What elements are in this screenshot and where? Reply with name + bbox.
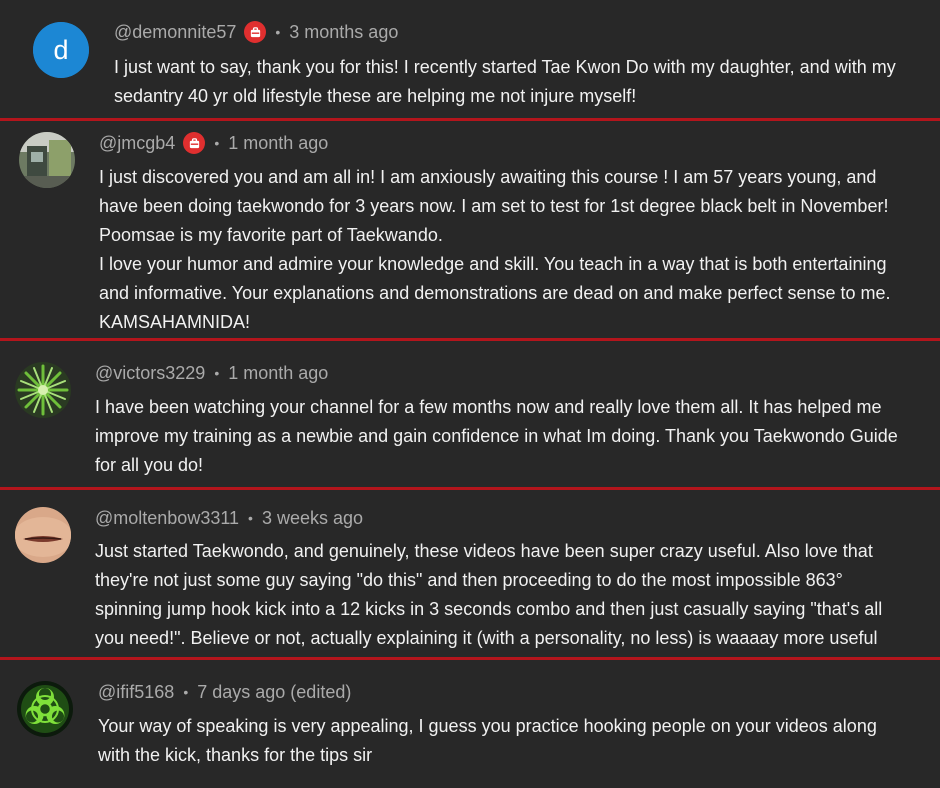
meta-separator: • xyxy=(248,510,253,526)
member-badge-icon xyxy=(183,132,206,154)
avatar[interactable]: d xyxy=(33,22,89,78)
avatar[interactable] xyxy=(15,507,71,563)
comment-line: I just discovered you and am all in! I a… xyxy=(99,167,877,187)
member-badge-icon xyxy=(244,21,267,43)
comment-time[interactable]: 3 months ago xyxy=(289,22,398,43)
avatar[interactable] xyxy=(17,681,73,737)
comment-author[interactable]: @moltenbow3311 xyxy=(95,508,239,529)
comment-line: sedantry 40 yr old lifestyle these are h… xyxy=(114,86,637,106)
comment-text: I just want to say, thank you for this! … xyxy=(114,53,926,111)
comment-meta: @moltenbow3311 • 3 weeks ago xyxy=(95,506,363,530)
comment-line: with the kick, thanks for the tips sir xyxy=(98,745,373,765)
comment-line: Your way of speaking is very appealing, … xyxy=(98,716,877,736)
comment-time[interactable]: 1 month ago xyxy=(228,363,328,384)
comment-time[interactable]: 7 days ago (edited) xyxy=(197,682,351,703)
comment-card: @ifif5168 • 7 days ago (edited) Your way… xyxy=(0,660,940,788)
comment-card: @victors3229 • 1 month ago I have been w… xyxy=(0,341,940,487)
comment-text: Just started Taekwondo, and genuinely, t… xyxy=(95,537,926,653)
comment-author[interactable]: @demonnite57 xyxy=(114,22,236,43)
comment-line: Poomsae is my favorite part of Taekwando… xyxy=(99,225,443,245)
avatar[interactable] xyxy=(19,132,75,188)
comment-line: for all you do! xyxy=(95,455,204,475)
comment-line: you need!". Believe or not, actually exp… xyxy=(95,628,878,648)
comment-line: Just started Taekwondo, and genuinely, t… xyxy=(95,541,873,561)
comment-text: I just discovered you and am all in! I a… xyxy=(99,163,926,337)
meta-separator: • xyxy=(214,365,220,381)
comment-card: @jmcgb4 • 1 month ago I just discovered … xyxy=(0,121,940,338)
biohazard-icon xyxy=(17,681,73,737)
comment-card: @moltenbow3311 • 3 weeks ago Just starte… xyxy=(0,490,940,657)
avatar-photo-icon xyxy=(19,132,75,188)
comment-text: Your way of speaking is very appealing, … xyxy=(98,712,926,770)
comment-line: they're not just some guy saying "do thi… xyxy=(95,570,843,590)
comment-author[interactable]: @ifif5168 xyxy=(98,682,174,703)
comment-line: I just want to say, thank you for this! … xyxy=(114,57,896,77)
avatar-letter-icon: d xyxy=(33,22,89,78)
comment-line: spinning jump hook kick into a 12 kicks … xyxy=(95,599,883,619)
comment-line: I love your humor and admire your knowle… xyxy=(99,254,887,274)
avatar-letter: d xyxy=(53,35,68,65)
meta-separator: • xyxy=(214,135,220,151)
comment-text: I have been watching your channel for a … xyxy=(95,393,926,480)
comment-time[interactable]: 3 weeks ago xyxy=(262,508,363,529)
comment-meta: @jmcgb4 • 1 month ago xyxy=(99,131,328,155)
comment-meta: @demonnite57 • 3 months ago xyxy=(114,20,398,44)
comment-meta: @victors3229 • 1 month ago xyxy=(95,361,328,385)
comment-card: d @demonnite57 • 3 months ago I just wan… xyxy=(0,0,940,118)
comment-line: have been doing taekwondo for 3 years no… xyxy=(99,196,889,216)
comment-author[interactable]: @victors3229 xyxy=(95,363,205,384)
comment-line: I have been watching your channel for a … xyxy=(95,397,882,417)
comment-author[interactable]: @jmcgb4 xyxy=(99,133,175,154)
meta-separator: • xyxy=(275,24,281,40)
comment-line: improve my training as a newbie and gain… xyxy=(95,426,898,446)
meta-separator: • xyxy=(183,684,189,700)
avatar-face-icon xyxy=(15,507,71,563)
comment-time[interactable]: 1 month ago xyxy=(228,133,328,154)
avatar-plant-icon xyxy=(15,362,71,418)
comment-line: and informative. Your explanations and d… xyxy=(99,283,891,303)
comment-line: KAMSAHAMNIDA! xyxy=(99,312,251,332)
avatar[interactable] xyxy=(15,362,71,418)
comment-meta: @ifif5168 • 7 days ago (edited) xyxy=(98,680,351,704)
